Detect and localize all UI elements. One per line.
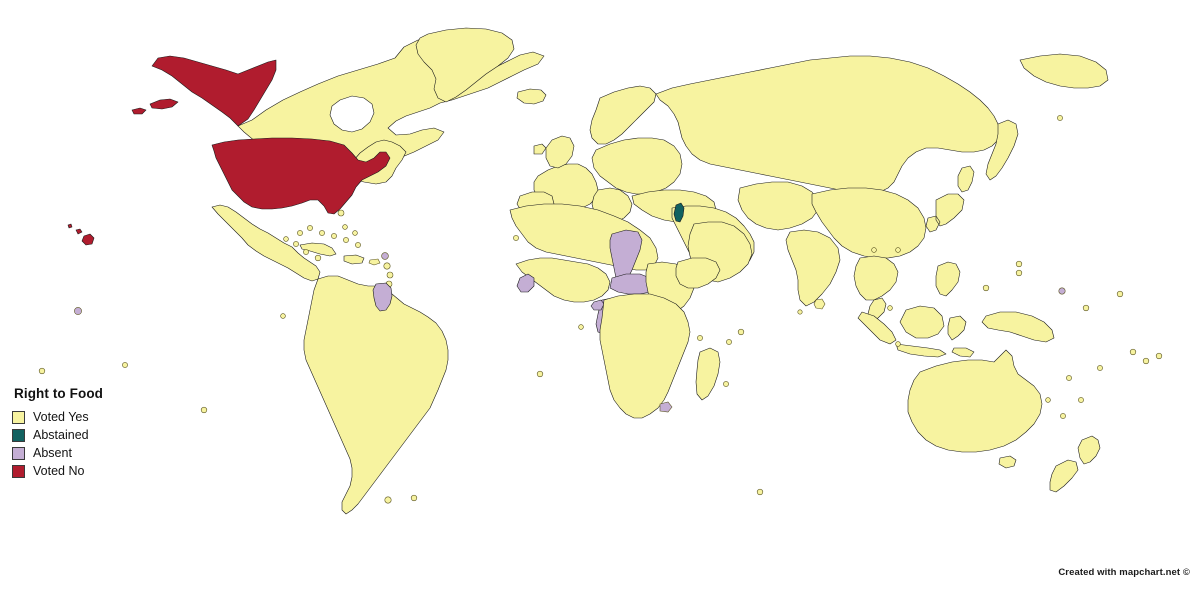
region-sao-tome[interactable] [578, 324, 584, 330]
world-map[interactable] [0, 0, 1200, 590]
legend-label-abstained: Abstained [33, 428, 89, 442]
legend-item-voted-no[interactable]: Voted No [12, 462, 182, 480]
region-kiribati[interactable] [74, 307, 82, 315]
legend-item-abstained[interactable]: Abstained [12, 426, 182, 444]
region-cape-verde[interactable] [513, 235, 519, 241]
region-seychelles[interactable] [726, 339, 732, 345]
region-dominica [381, 252, 389, 260]
legend-item-absent[interactable]: Absent [12, 444, 182, 462]
region-pacific-isle-1[interactable] [38, 367, 46, 375]
map-legend: Right to Food Voted Yes Abstained Absent… [12, 386, 182, 480]
legend-label-voted-yes: Voted Yes [33, 410, 89, 424]
legend-swatch-voted-yes [12, 410, 25, 424]
region-comoros[interactable] [697, 335, 703, 341]
legend-item-voted-yes[interactable]: Voted Yes [12, 408, 182, 426]
region-mauritius[interactable] [723, 381, 729, 387]
legend-label-voted-no: Voted No [33, 464, 85, 478]
region-pacific-isle-2[interactable] [122, 362, 128, 368]
region-bermuda[interactable] [337, 209, 345, 217]
region-galapagos[interactable] [280, 313, 286, 319]
map-page: Right to Food Voted Yes Abstained Absent… [0, 0, 1200, 590]
world-map-svg[interactable] [0, 0, 1200, 590]
legend-swatch-absent [12, 446, 25, 460]
legend-swatch-voted-no [12, 464, 25, 478]
region-maldives[interactable] [797, 309, 803, 315]
mapchart-credit: Created with mapchart.net © [1058, 567, 1190, 578]
region-falkland-islands[interactable] [384, 496, 392, 504]
region-pacific-isle-3[interactable] [200, 406, 208, 414]
legend-title: Right to Food [14, 386, 104, 401]
legend-label-absent: Absent [33, 446, 72, 460]
legend-swatch-abstained [12, 428, 25, 442]
